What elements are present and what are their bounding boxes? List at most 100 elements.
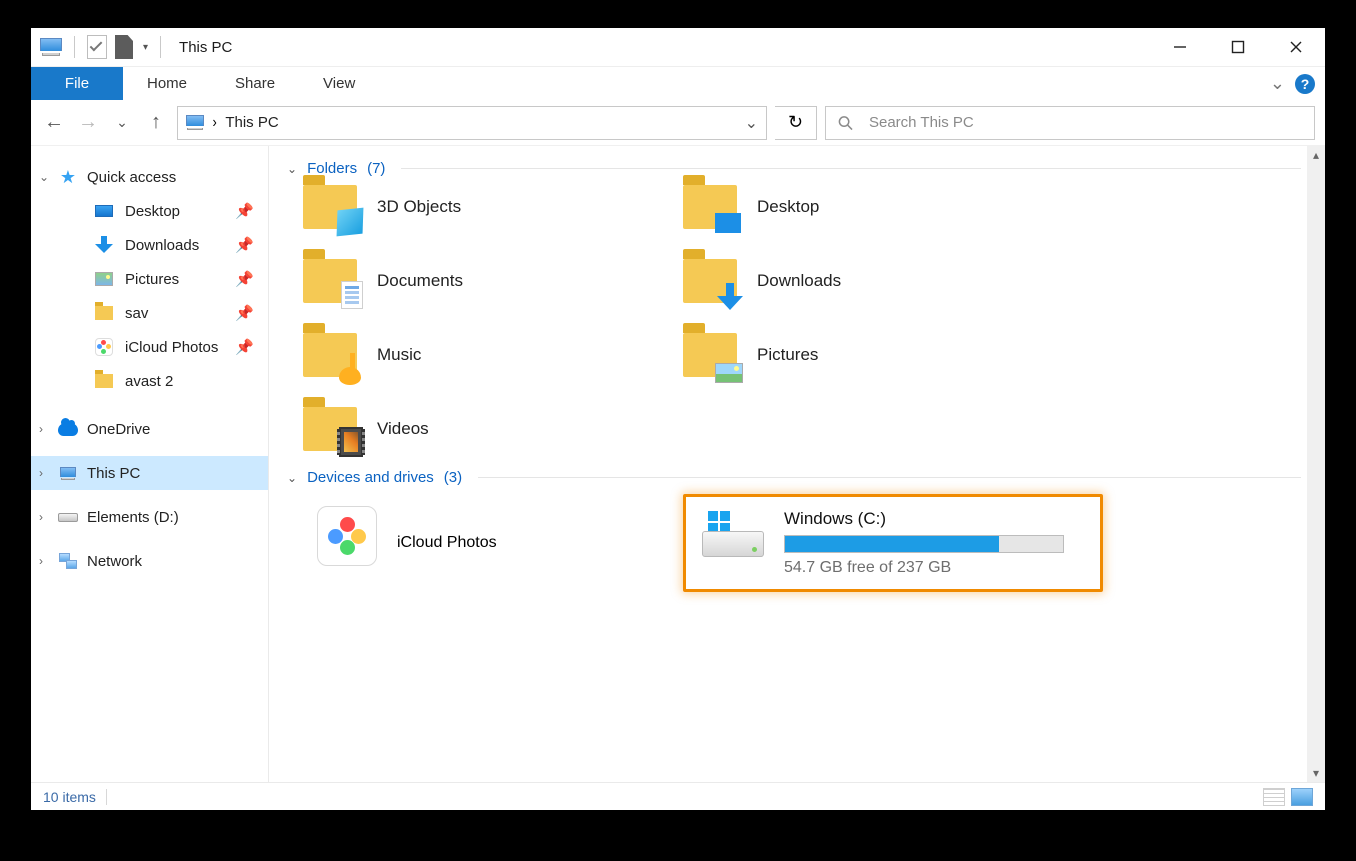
sidebar-item-label: Network	[87, 553, 142, 570]
sidebar-item-avast-2[interactable]: avast 2	[31, 364, 268, 398]
breadcrumb-this-pc[interactable]: This PC	[225, 114, 278, 131]
sidebar-item-label: Pictures	[125, 271, 179, 288]
folder-videos[interactable]: Videos	[303, 407, 683, 451]
folder-label: Music	[377, 345, 421, 365]
chevron-right-icon[interactable]: ›	[39, 554, 53, 568]
ribbon-tab-view[interactable]: View	[299, 67, 379, 100]
desktop-icon	[95, 205, 113, 217]
breadcrumb-separator-icon[interactable]: ›	[213, 114, 217, 132]
quick-access-icon: ★	[57, 168, 79, 186]
this-pc-icon	[60, 467, 76, 480]
folder-music[interactable]: Music	[303, 333, 683, 377]
drive-icon	[702, 511, 764, 557]
status-item-count: 10 items	[43, 789, 96, 805]
this-pc-icon	[40, 38, 62, 56]
nav-history-button[interactable]: ⌄	[109, 114, 135, 131]
device-label: iCloud Photos	[397, 534, 497, 552]
folder-label: Desktop	[757, 197, 819, 217]
group-header-devices[interactable]: ⌄ Devices and drives (3)	[287, 469, 1301, 486]
group-count: (7)	[367, 160, 385, 177]
minimize-button[interactable]	[1151, 28, 1209, 66]
scroll-down-icon[interactable]: ▾	[1307, 764, 1325, 782]
close-button[interactable]	[1267, 28, 1325, 66]
nav-up-button[interactable]: ↑	[143, 111, 169, 134]
maximize-button[interactable]	[1209, 28, 1267, 66]
folder-3d-objects[interactable]: 3D Objects	[303, 185, 683, 229]
sidebar-item-label: avast 2	[125, 373, 173, 390]
folder-icon	[683, 185, 737, 229]
folder-pictures[interactable]: Pictures	[683, 333, 1063, 377]
folder-downloads[interactable]: Downloads	[683, 259, 1063, 303]
address-dropdown-icon[interactable]: ⌄	[745, 113, 758, 133]
sidebar-item-desktop[interactable]: Desktop 📌	[31, 194, 268, 228]
network-icon	[59, 553, 77, 569]
search-box[interactable]	[825, 106, 1315, 140]
help-button[interactable]: ?	[1295, 74, 1315, 94]
sidebar-elements-d[interactable]: › Elements (D:)	[31, 500, 268, 534]
pictures-icon	[95, 272, 113, 286]
group-count: (3)	[444, 469, 462, 486]
sidebar-item-sav[interactable]: sav 📌	[31, 296, 268, 330]
folder-label: Videos	[377, 419, 429, 439]
group-header-folders[interactable]: ⌄ Folders (7)	[287, 160, 1301, 177]
chevron-right-icon[interactable]: ›	[39, 510, 53, 524]
file-tab[interactable]: File	[31, 67, 123, 100]
sidebar-quick-access[interactable]: ⌄ ★ Quick access	[31, 160, 268, 194]
titlebar: ▾ This PC	[31, 28, 1325, 66]
device-icloud-photos[interactable]: iCloud Photos	[303, 494, 683, 592]
sidebar-this-pc[interactable]: › This PC	[31, 456, 268, 490]
qat-dropdown-icon[interactable]: ▾	[143, 42, 148, 53]
new-folder-qat-icon[interactable]	[115, 35, 133, 59]
properties-qat-icon[interactable]	[87, 35, 107, 59]
chevron-down-icon[interactable]: ⌄	[39, 170, 53, 184]
sidebar-network[interactable]: › Network	[31, 544, 268, 578]
drive-windows-c[interactable]: Windows (C:) 54.7 GB free of 237 GB	[683, 494, 1103, 592]
folder-icon	[303, 333, 357, 377]
vertical-scrollbar[interactable]: ▴ ▾	[1307, 146, 1325, 782]
scroll-up-icon[interactable]: ▴	[1307, 146, 1325, 164]
folder-label: Downloads	[757, 271, 841, 291]
window-title: This PC	[179, 39, 232, 56]
pin-icon: 📌	[235, 202, 254, 220]
nav-forward-button[interactable]: →	[75, 111, 101, 134]
photos-icon	[95, 338, 113, 356]
refresh-button[interactable]: ↻	[775, 106, 817, 140]
chevron-right-icon[interactable]: ›	[39, 466, 53, 480]
drive-capacity-bar	[784, 535, 1064, 553]
sidebar-onedrive[interactable]: › OneDrive	[31, 412, 268, 446]
ribbon-collapse-icon[interactable]: ⌄	[1270, 73, 1285, 94]
sidebar-item-pictures[interactable]: Pictures 📌	[31, 262, 268, 296]
sidebar-item-label: Desktop	[125, 203, 180, 220]
sidebar-item-label: Quick access	[87, 169, 176, 186]
sidebar-item-icloud-photos[interactable]: iCloud Photos 📌	[31, 330, 268, 364]
sidebar-item-downloads[interactable]: Downloads 📌	[31, 228, 268, 262]
folder-desktop[interactable]: Desktop	[683, 185, 1063, 229]
folder-documents[interactable]: Documents	[303, 259, 683, 303]
ribbon-tab-home[interactable]: Home	[123, 67, 211, 100]
pin-icon: 📌	[235, 304, 254, 322]
pin-icon: 📌	[235, 236, 254, 254]
chevron-down-icon[interactable]: ⌄	[287, 471, 297, 485]
group-title: Devices and drives	[307, 469, 434, 486]
address-bar[interactable]: › This PC ⌄	[177, 106, 767, 140]
folder-icon	[95, 306, 113, 320]
ribbon-tab-share[interactable]: Share	[211, 67, 299, 100]
folder-icon	[683, 333, 737, 377]
view-details-button[interactable]	[1263, 788, 1285, 806]
search-input[interactable]	[867, 113, 1302, 132]
view-tiles-button[interactable]	[1291, 788, 1313, 806]
folder-label: 3D Objects	[377, 197, 461, 217]
onedrive-icon	[58, 423, 78, 436]
sidebar-item-label: Elements (D:)	[87, 509, 179, 526]
file-explorer-window: ▾ This PC File Home Share View ⌄ ? ←	[31, 28, 1325, 810]
search-icon	[838, 115, 853, 131]
chevron-right-icon[interactable]: ›	[39, 422, 53, 436]
navigation-pane: ⌄ ★ Quick access Desktop 📌 Downloads 📌 P…	[31, 146, 269, 782]
nav-back-button[interactable]: ←	[41, 111, 67, 134]
drive-free-text: 54.7 GB free of 237 GB	[784, 559, 1064, 577]
chevron-down-icon[interactable]: ⌄	[287, 162, 297, 176]
folder-icon	[95, 374, 113, 388]
folder-label: Documents	[377, 271, 463, 291]
folder-icon	[683, 259, 737, 303]
hdd-icon	[58, 513, 78, 522]
